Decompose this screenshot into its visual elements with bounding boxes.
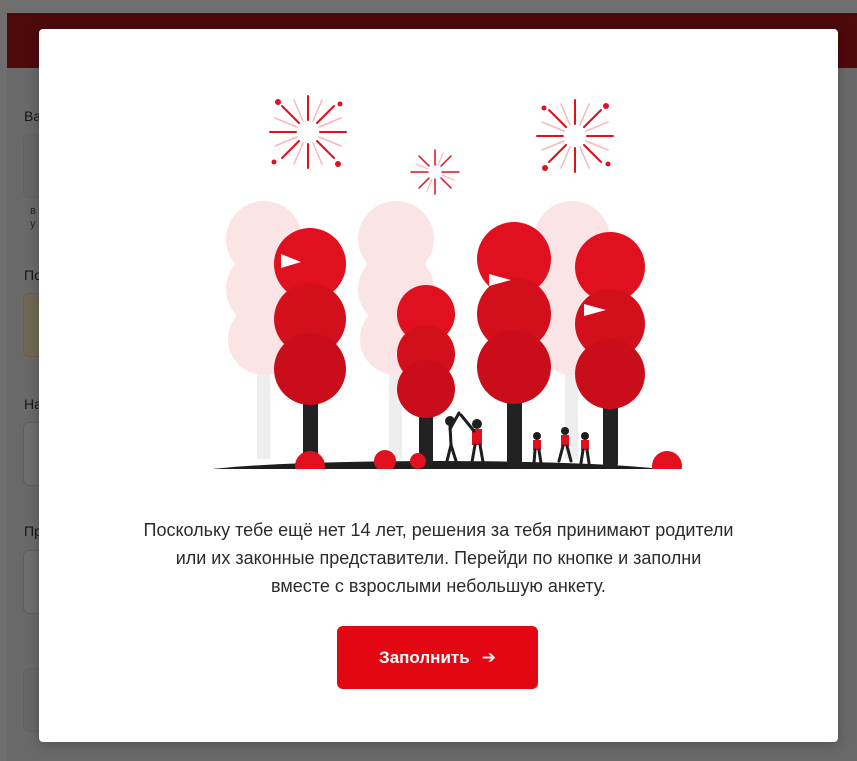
- fill-form-button-label: Заполнить: [379, 647, 470, 667]
- notice-message: Поскольку тебе ещё нет 14 лет, решения з…: [79, 516, 798, 600]
- notice-line-2: или их законные представители. Перейди п…: [175, 548, 702, 568]
- fill-form-button[interactable]: Заполнить ➔: [337, 626, 538, 689]
- firework-small-icon: [410, 149, 460, 195]
- celebration-park-illustration: [213, 95, 682, 469]
- notice-modal: Поскольку тебе ещё нет 14 лет, решения з…: [39, 29, 838, 742]
- red-trees-icon: [274, 222, 645, 469]
- firework-right-icon: [536, 99, 614, 173]
- notice-line-3: вместе с взрослыми небольшую анкету.: [271, 576, 606, 596]
- firework-left-icon: [269, 95, 347, 169]
- notice-line-1: Поскольку тебе ещё нет 14 лет, решения з…: [143, 520, 734, 540]
- arrow-right-icon: ➔: [481, 648, 496, 667]
